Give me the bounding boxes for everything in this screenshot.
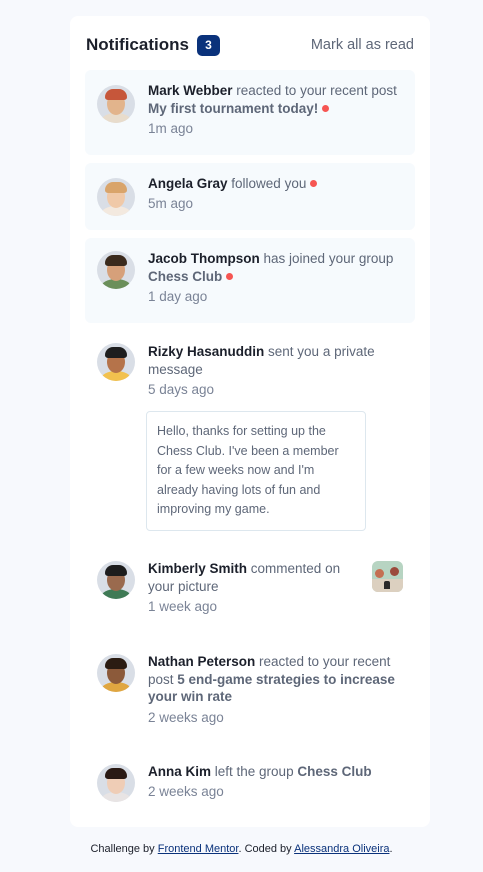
- commented-picture[interactable]: [372, 561, 403, 592]
- avatar[interactable]: [97, 178, 135, 216]
- unread-count-badge: 3: [196, 34, 220, 56]
- notification-text: Angela Gray followed you: [148, 175, 401, 193]
- page-title: Notifications: [86, 35, 189, 54]
- user-name[interactable]: Rizky Hasanuddin: [148, 344, 264, 359]
- timestamp: 1 day ago: [148, 289, 208, 304]
- post-link[interactable]: My first tournament today!: [148, 101, 318, 116]
- notification-item[interactable]: Nathan Peterson reacted to your recent p…: [85, 641, 415, 736]
- notification-text: Rizky Hasanuddin sent you a private mess…: [148, 343, 401, 378]
- timestamp: 1m ago: [148, 121, 194, 136]
- avatar[interactable]: [97, 343, 135, 381]
- footer-suffix: .: [389, 843, 393, 855]
- user-name[interactable]: Kimberly Smith: [148, 561, 247, 576]
- notification-item[interactable]: Rizky Hasanuddin sent you a private mess…: [85, 331, 415, 536]
- user-name[interactable]: Anna Kim: [148, 764, 211, 779]
- unread-dot: [310, 180, 318, 187]
- notification-text: Mark Webber reacted to your recent post …: [148, 82, 401, 117]
- notification-text: Anna Kim left the group Chess Club: [148, 763, 401, 781]
- attribution-footer: Challenge by Frontend Mentor. Coded by A…: [0, 843, 483, 855]
- timestamp: 2 weeks ago: [148, 710, 224, 725]
- author-link[interactable]: Alessandra Oliveira: [294, 843, 389, 855]
- notification-text: Nathan Peterson reacted to your recent p…: [148, 653, 401, 706]
- notification-action: followed you: [227, 176, 307, 191]
- notification-item[interactable]: Angela Gray followed you 5m ago: [85, 163, 415, 230]
- frontend-mentor-link[interactable]: Frontend Mentor: [158, 843, 239, 855]
- notification-item[interactable]: Kimberly Smith commented on your picture…: [85, 548, 415, 628]
- user-name[interactable]: Mark Webber: [148, 83, 233, 98]
- group-link[interactable]: Chess Club: [148, 269, 222, 284]
- notification-action: reacted to your recent post: [232, 83, 397, 98]
- avatar[interactable]: [97, 251, 135, 289]
- notification-text: Kimberly Smith commented on your picture: [148, 560, 345, 595]
- unread-dot: [322, 104, 330, 112]
- notification-item[interactable]: Jacob Thompson has joined your group Che…: [85, 238, 415, 323]
- footer-middle: . Coded by: [238, 843, 295, 855]
- notification-item[interactable]: Anna Kim left the group Chess Club 2 wee…: [85, 751, 415, 813]
- notifications-card: Notifications 3 Mark all as read Mark We…: [70, 16, 430, 827]
- mark-all-as-read-button[interactable]: Mark all as read: [311, 37, 414, 53]
- notification-action: left the group: [211, 764, 298, 779]
- header: Notifications 3 Mark all as read: [86, 34, 414, 56]
- avatar[interactable]: [97, 654, 135, 692]
- notification-item[interactable]: Mark Webber reacted to your recent post …: [85, 70, 415, 155]
- timestamp: 2 weeks ago: [148, 784, 224, 799]
- unread-dot: [226, 272, 234, 280]
- avatar[interactable]: [97, 85, 135, 123]
- user-name[interactable]: Nathan Peterson: [148, 654, 255, 669]
- notification-action: has joined your group: [259, 251, 394, 266]
- footer-prefix: Challenge by: [90, 843, 158, 855]
- header-title-group: Notifications 3: [86, 34, 220, 56]
- timestamp: 5m ago: [148, 196, 194, 211]
- group-link[interactable]: Chess Club: [297, 764, 371, 779]
- timestamp: 1 week ago: [148, 599, 218, 614]
- user-name[interactable]: Angela Gray: [148, 176, 228, 191]
- avatar[interactable]: [97, 561, 135, 599]
- user-name[interactable]: Jacob Thompson: [148, 251, 260, 266]
- timestamp: 5 days ago: [148, 382, 215, 397]
- notification-text: Jacob Thompson has joined your group Che…: [148, 250, 401, 285]
- post-link[interactable]: 5 end-game strategies to increase your w…: [148, 672, 395, 705]
- private-message[interactable]: Hello, thanks for setting up the Chess C…: [146, 411, 366, 531]
- avatar[interactable]: [97, 764, 135, 802]
